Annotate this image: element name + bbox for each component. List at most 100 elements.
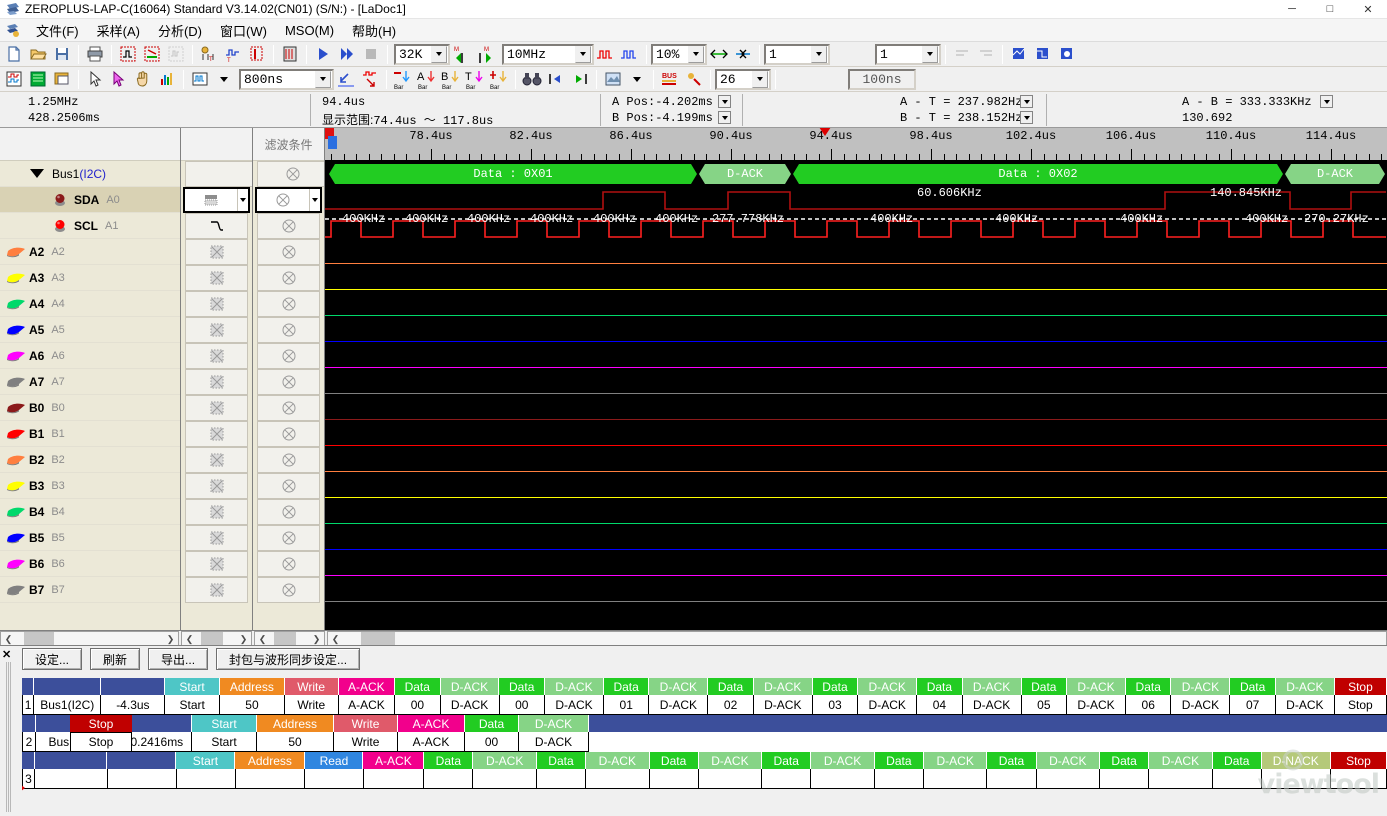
packet-block[interactable]: StartAddressWriteA-ACKDataD-ACK2Bus1(I2C… bbox=[22, 715, 1387, 752]
trigger-cell-b1[interactable] bbox=[185, 421, 248, 447]
channel-row-b0[interactable]: B0 B0 bbox=[0, 395, 180, 421]
bar-t-icon[interactable]: T Bar bbox=[463, 68, 487, 90]
align-right-icon[interactable] bbox=[974, 43, 998, 65]
trigger-setup-icon[interactable] bbox=[116, 43, 140, 65]
bus-packet[interactable]: D-ACK bbox=[699, 164, 791, 184]
filter-cell-b0[interactable] bbox=[257, 395, 320, 421]
zoom-combo[interactable]: 10% bbox=[651, 43, 707, 65]
histogram-icon[interactable] bbox=[155, 68, 179, 90]
filter-cell-a6[interactable] bbox=[257, 343, 320, 369]
waveform-row-b0[interactable] bbox=[325, 395, 1387, 421]
packet-value-row[interactable]: 2Bus1(I2C)10.2416msStart50WriteA-ACK00D-… bbox=[22, 732, 1387, 752]
page-total-combo[interactable]: 1 bbox=[875, 43, 941, 65]
mso-analog-3-icon[interactable] bbox=[1055, 43, 1079, 65]
window-arrange-icon[interactable] bbox=[50, 68, 74, 90]
channel-row-b2[interactable]: B2 B2 bbox=[0, 447, 180, 473]
packet-block[interactable]: Start Address Write A-ACK Data D-ACK Data D-ACK… bbox=[22, 678, 1387, 715]
chevron-down-icon[interactable] bbox=[688, 45, 704, 63]
menu-window[interactable]: 窗口(W) bbox=[211, 19, 276, 42]
cursor-measure-icon[interactable] bbox=[107, 68, 131, 90]
search-next-icon[interactable] bbox=[568, 68, 592, 90]
packet-stop-wrap[interactable]: Stop Stop bbox=[70, 715, 132, 752]
channel-row-bus1[interactable]: Bus1 (I2C) bbox=[0, 161, 180, 187]
menu-file[interactable]: 文件(F) bbox=[27, 19, 88, 42]
jump-to-end-icon[interactable]: M bbox=[474, 43, 498, 65]
time-ruler[interactable]: 78.4us 82.4us 86.4us 90.4us 94.4us 98.4us 102.… bbox=[325, 128, 1387, 161]
mso-analog-2-icon[interactable] bbox=[1031, 43, 1055, 65]
open-file-icon[interactable] bbox=[26, 43, 50, 65]
dock-close-icon[interactable]: ✕ bbox=[2, 648, 11, 661]
refresh-button[interactable]: 刷新 bbox=[90, 648, 141, 670]
filter-cell-a2[interactable] bbox=[257, 239, 320, 265]
stop-icon[interactable] bbox=[359, 43, 383, 65]
packet-value-row[interactable]: 3 bbox=[22, 769, 1387, 789]
bus-packet[interactable]: Data : 0X02 bbox=[793, 164, 1283, 184]
channel-row-a5[interactable]: A5 A5 bbox=[0, 317, 180, 343]
run-single-icon[interactable] bbox=[311, 43, 335, 65]
filter-cell-sda[interactable] bbox=[255, 187, 322, 213]
waveform-row-b2[interactable] bbox=[325, 447, 1387, 473]
maximize-button[interactable]: □ bbox=[1311, 0, 1349, 19]
fit-waveform-icon[interactable] bbox=[358, 68, 382, 90]
trigger-cell-a7[interactable] bbox=[185, 369, 248, 395]
settings-button[interactable]: 设定... bbox=[22, 648, 83, 670]
waveform-row-b5[interactable] bbox=[325, 525, 1387, 551]
trigger-cell-b0[interactable] bbox=[185, 395, 248, 421]
channel-row-a7[interactable]: A7 A7 bbox=[0, 369, 180, 395]
memory-dropdown-icon[interactable] bbox=[625, 68, 649, 90]
save-file-icon[interactable] bbox=[50, 43, 74, 65]
mso-analog-1-icon[interactable] bbox=[1007, 43, 1031, 65]
trigger-cell-scl[interactable] bbox=[185, 213, 248, 239]
cursor-b-marker[interactable] bbox=[328, 136, 337, 149]
filter-cell-b6[interactable] bbox=[257, 551, 320, 577]
signal-red-icon[interactable] bbox=[594, 43, 618, 65]
filter-cell-b7[interactable] bbox=[257, 577, 320, 603]
trigger-cell-a3[interactable] bbox=[185, 265, 248, 291]
trigger-flag-icon[interactable] bbox=[245, 43, 269, 65]
trigger-cell-b2[interactable] bbox=[185, 447, 248, 473]
chevron-down-icon[interactable] bbox=[811, 45, 827, 63]
waveform-view-icon[interactable] bbox=[2, 68, 26, 90]
search-binoculars-icon[interactable] bbox=[520, 68, 544, 90]
chevron-down-icon[interactable] bbox=[431, 45, 447, 63]
chevron-down-icon[interactable] bbox=[237, 189, 248, 211]
packet-value-row[interactable]: 1 Bus1(I2C) -4.3us Start 50 Write A-ACK 00 D-ACK… bbox=[22, 695, 1387, 715]
channel-row-b5[interactable]: B5 B5 bbox=[0, 525, 180, 551]
hand-pan-icon[interactable] bbox=[131, 68, 155, 90]
run-continuous-icon[interactable] bbox=[335, 43, 359, 65]
waveform-row-b3[interactable] bbox=[325, 473, 1387, 499]
filter-cell-a7[interactable] bbox=[257, 369, 320, 395]
filter-cell-a5[interactable] bbox=[257, 317, 320, 343]
waveform-setup-icon[interactable] bbox=[164, 43, 188, 65]
channel-row-a3[interactable]: A3 A3 bbox=[0, 265, 180, 291]
filter-cell-a4[interactable] bbox=[257, 291, 320, 317]
bus-setup-icon[interactable] bbox=[140, 43, 164, 65]
timebase-dropdown-icon[interactable] bbox=[212, 68, 236, 90]
close-button[interactable]: ✕ bbox=[1349, 0, 1387, 19]
trigger-cell-sda[interactable] bbox=[183, 187, 250, 213]
page-current-combo[interactable]: 1 bbox=[764, 43, 830, 65]
trigger-cell-b7[interactable] bbox=[185, 577, 248, 603]
jump-to-start-icon[interactable]: M bbox=[450, 43, 474, 65]
menu-mso[interactable]: MSO(M) bbox=[276, 21, 343, 40]
trigger-marker-icon[interactable] bbox=[819, 128, 831, 136]
signal-blue-icon[interactable] bbox=[618, 43, 642, 65]
packet-table[interactable]: Start Address Write A-ACK Data D-ACK Data D-ACK… bbox=[22, 678, 1387, 816]
chevron-down-icon[interactable] bbox=[752, 70, 768, 88]
minimize-button[interactable]: ─ bbox=[1273, 0, 1311, 19]
waveform-row-a7[interactable] bbox=[325, 369, 1387, 395]
trigger-cell-a4[interactable] bbox=[185, 291, 248, 317]
filter-cell-b3[interactable] bbox=[257, 473, 320, 499]
timebase-combo[interactable]: 800ns bbox=[239, 68, 334, 90]
trigger-condition-icon[interactable]: T bbox=[221, 43, 245, 65]
waveform-row-a2[interactable] bbox=[325, 239, 1387, 265]
channel-row-sda[interactable]: SDA A0 bbox=[0, 187, 180, 213]
a-pos-dropdown[interactable] bbox=[718, 95, 731, 108]
waveform-canvas[interactable]: Data : 0X01 D-ACK Data : 0X02 D-ACK 60.606K… bbox=[325, 161, 1387, 630]
compress-icon[interactable] bbox=[278, 43, 302, 65]
timebase-icon[interactable] bbox=[188, 68, 212, 90]
waveform-row-a4[interactable] bbox=[325, 291, 1387, 317]
dock-grip[interactable] bbox=[6, 662, 11, 812]
bar-a-icon[interactable]: A Bar bbox=[415, 68, 439, 90]
channel-row-a4[interactable]: A4 A4 bbox=[0, 291, 180, 317]
